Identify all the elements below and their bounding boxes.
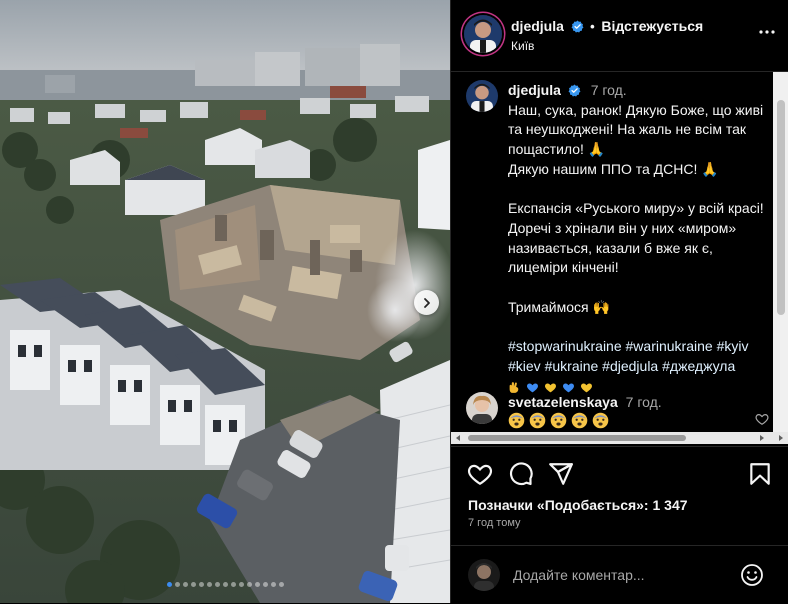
likes-count[interactable]: Позначки «Подобається»: 1 347 [468, 497, 688, 513]
add-comment-bar [451, 545, 788, 604]
post-time[interactable]: 7 год тому [468, 517, 521, 529]
carousel-next-button[interactable] [414, 290, 439, 315]
scroll-right-arrow-icon[interactable] [758, 434, 766, 442]
post-photo[interactable] [0, 0, 450, 603]
carousel-dot [198, 582, 204, 587]
carousel-dot [182, 582, 188, 587]
chevron-right-icon [423, 297, 430, 308]
current-user-avatar [468, 559, 500, 591]
commenter-avatar[interactable] [466, 392, 498, 424]
caption-time: 7 год. [590, 82, 627, 98]
post-modal: djedjula • Відстежується Київ djedjula 7… [0, 0, 788, 603]
comment-text [508, 412, 613, 432]
comment-time: 7 год. [625, 394, 662, 410]
post-header: djedjula • Відстежується Київ [451, 0, 788, 72]
carousel-dot [254, 582, 260, 587]
comment-like-heart-icon[interactable] [755, 412, 769, 426]
carousel-dot [230, 582, 236, 587]
share-icon[interactable] [548, 461, 574, 487]
carousel-dot [238, 582, 244, 587]
avatar-image [468, 559, 500, 591]
comments-horizontal-scrollbar[interactable] [451, 432, 788, 444]
commenter-username[interactable]: svetazelenskaya [508, 394, 618, 410]
carousel-dot [174, 582, 180, 587]
carousel-dot [190, 582, 196, 587]
fearful-face-emoji-icon [508, 412, 525, 429]
following-button[interactable]: Відстежується [601, 18, 703, 34]
verified-badge-icon [568, 84, 581, 97]
hashtag-link[interactable]: #kyiv [717, 338, 749, 354]
author-avatar[interactable] [464, 15, 502, 53]
scrollbar-thumb[interactable] [468, 435, 686, 441]
add-comment-input[interactable] [513, 567, 728, 583]
caption-paragraph: Експансія «Руського миру» у всій красі! … [508, 200, 764, 276]
fearful-face-emoji-icon [571, 412, 588, 429]
hashtag-link[interactable]: #ukraine [545, 358, 599, 374]
caption-paragraph: Наш, сука, ранок! Дякую Боже, що живі та… [508, 101, 764, 158]
carousel-dot [246, 582, 252, 587]
carousel-dot [278, 582, 284, 587]
post-actions: Позначки «Подобається»: 1 347 7 год тому [451, 446, 788, 537]
avatar-image [466, 80, 498, 112]
heart-icon[interactable] [467, 461, 493, 487]
hashtag-link[interactable]: #warinukraine [626, 338, 713, 354]
caption-username[interactable]: djedjula [508, 82, 561, 98]
caption-paragraph: Тримаймося 🙌 [508, 298, 610, 315]
scroll-right-arrow-icon[interactable] [777, 434, 785, 442]
carousel-dot [214, 582, 220, 587]
carousel-dot [206, 582, 212, 587]
emoji-icon[interactable] [740, 563, 764, 587]
hashtag-link[interactable]: #stopwarinukraine [508, 338, 622, 354]
aerial-photo-image [0, 0, 450, 603]
carousel-indicator [0, 582, 450, 587]
carousel-dot [262, 582, 268, 587]
fearful-face-emoji-icon [529, 412, 546, 429]
fearful-face-emoji-icon [592, 412, 609, 429]
carousel-dot [166, 582, 172, 587]
carousel-dot [270, 582, 276, 587]
verified-badge-icon [571, 20, 583, 33]
comment-item: svetazelenskaya 7 год. [451, 388, 773, 432]
comments-vertical-scrollbar[interactable] [773, 72, 788, 432]
hashtag-link[interactable]: #джеджула [662, 358, 735, 374]
save-icon[interactable] [747, 461, 773, 487]
avatar-image [464, 15, 502, 53]
hashtag-link[interactable]: #kiev [508, 358, 541, 374]
caption-author-avatar[interactable] [466, 80, 498, 112]
post-caption: djedjula 7 год. Наш, сука, ранок! Дякую … [508, 81, 766, 397]
scroll-left-arrow-icon[interactable] [454, 434, 462, 442]
carousel-dot [222, 582, 228, 587]
hashtag-link[interactable]: #djedjula [602, 358, 658, 374]
post-side-panel: djedjula • Відстежується Київ djedjula 7… [450, 0, 788, 603]
author-username[interactable]: djedjula [511, 18, 564, 34]
hashtag-list: #stopwarinukraine #warinukraine #kyiv #k… [508, 338, 748, 374]
scrollbar-thumb[interactable] [777, 100, 785, 315]
fearful-face-emoji-icon [550, 412, 567, 429]
comment-icon[interactable] [508, 461, 534, 487]
post-location[interactable]: Київ [511, 39, 534, 53]
comments-list[interactable]: djedjula 7 год. Наш, сука, ранок! Дякую … [451, 72, 773, 432]
more-options-icon[interactable] [757, 22, 777, 42]
caption-paragraph: Дякую нашим ППО та ДСНС! 🙏 [508, 160, 719, 177]
avatar-image [466, 392, 498, 424]
